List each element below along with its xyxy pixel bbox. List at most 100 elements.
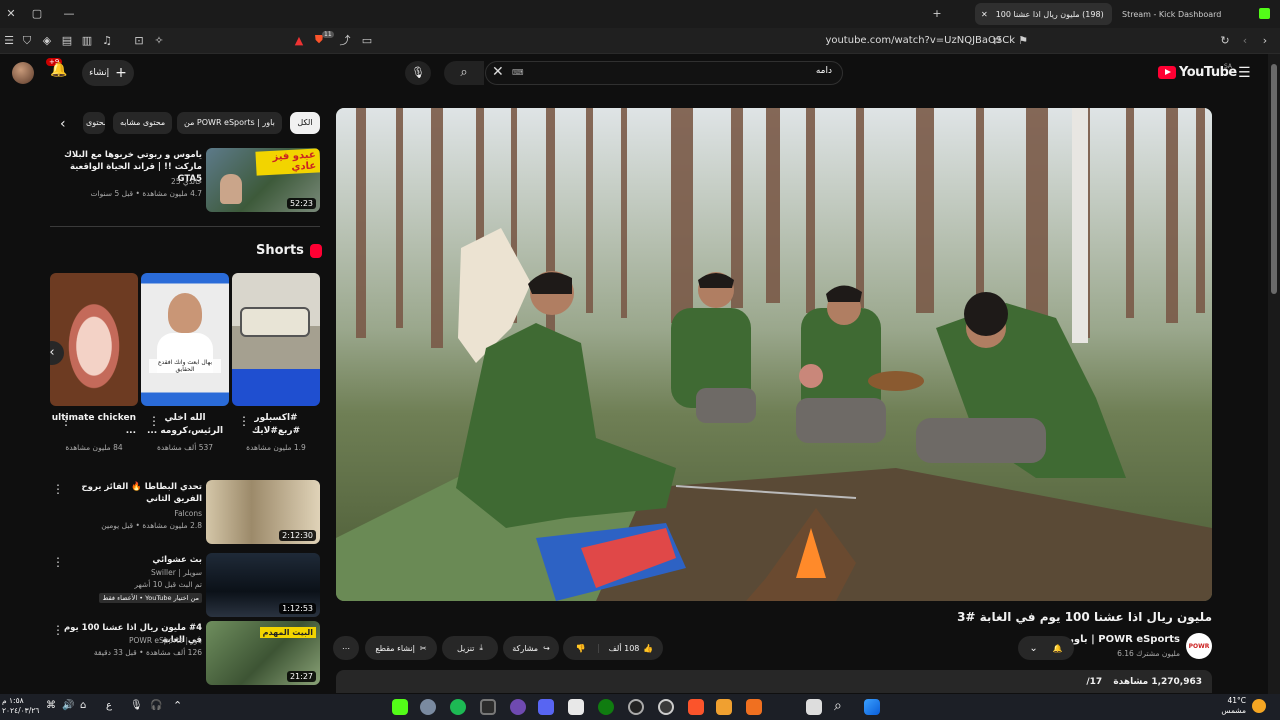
video-thumbnail[interactable]: عبدو فيز عادي 52:23 [206, 148, 320, 212]
thumbnail-text: البيت المهدم [259, 627, 316, 638]
video-player[interactable] [336, 108, 1212, 601]
store-app-icon[interactable] [568, 699, 584, 715]
guide-menu-icon[interactable]: ☰ [1238, 65, 1251, 81]
back-icon[interactable]: ‹ [1238, 34, 1252, 48]
short-thumbnail-chicken[interactable] [50, 273, 138, 406]
chip-similar[interactable]: محتوى مشابه [113, 112, 173, 134]
channel-name[interactable]: سويلر | Swiller [52, 567, 202, 579]
sidebar-icon[interactable]: ▥ [80, 34, 94, 48]
more-actions-button[interactable]: ⋯ [333, 636, 359, 660]
network-icon[interactable]: ⌂ [80, 700, 86, 711]
tab-kick-dashboard[interactable]: Stream - Kick Dashboard [1116, 3, 1251, 25]
short-thumbnail-car[interactable] [232, 273, 320, 406]
chip-from-channel[interactable]: من POWR eSports | باور [177, 112, 282, 134]
show-hidden-icons[interactable]: ⌃ [173, 699, 182, 712]
discord-app-icon[interactable] [538, 699, 554, 715]
short-caption: بهال ابعث وانك افقدع الحقايق [149, 359, 221, 373]
view-count: 1,270,963 مشاهدة 17/ [1086, 677, 1202, 687]
settings-app-icon[interactable] [420, 699, 436, 715]
close-window-icon[interactable]: ✕ [4, 7, 18, 21]
avatar[interactable] [12, 62, 34, 84]
clip-button[interactable]: إنشاء مقطع ✂ [365, 636, 437, 660]
close-tab-icon[interactable]: ✕ [981, 10, 988, 19]
search-button[interactable]: ⌕ [444, 61, 484, 85]
forward-icon[interactable]: › [1258, 34, 1272, 48]
description-box[interactable]: 1,270,963 مشاهدة 17/ [336, 670, 1212, 693]
tab-title: Stream - Kick Dashboard [1122, 9, 1222, 19]
voice-search-button[interactable]: 🎙 [405, 61, 431, 85]
kick-app-icon[interactable] [392, 699, 408, 715]
video-thumbnail[interactable]: 1:12:53 [206, 553, 320, 617]
share-button[interactable]: مشاركة ↪ [503, 636, 559, 660]
menu-icon[interactable]: ☰ [2, 34, 16, 48]
start-menu-icon[interactable] [864, 699, 880, 715]
channel-name[interactable]: Falcons [52, 508, 202, 520]
notifications-icon[interactable]: 🔔 [50, 62, 67, 78]
short-thumbnail-talk[interactable]: بهال ابعث وانك افقدع الحقايق [141, 273, 229, 406]
subscription-button[interactable]: ⌄ 🔔 [1018, 636, 1074, 660]
bookmark-icon[interactable]: ⚑ [1016, 34, 1030, 48]
app-icon[interactable] [658, 699, 674, 715]
xbox-app-icon[interactable] [598, 699, 614, 715]
download-button[interactable]: تنزيل ⤓ [442, 636, 498, 660]
more-options-icon[interactable]: ⋮ [238, 414, 250, 428]
shield-icon[interactable]: ⛉ [20, 34, 34, 48]
view-count-value: 1,270,963 مشاهدة [1113, 677, 1202, 687]
app-icon[interactable] [746, 699, 762, 715]
chips-scroll-left-icon[interactable]: ‹ [60, 116, 66, 132]
country-code: SA [1224, 63, 1233, 70]
obs-app-icon[interactable] [480, 699, 496, 715]
dislike-button[interactable]: 👎 [563, 643, 599, 653]
address-bar[interactable]: youtube.com/watch?v=UzNQJBaOSCk [315, 31, 1015, 51]
more-options-icon[interactable]: ⋮ [60, 414, 72, 428]
clear-search-icon[interactable]: ✕ [492, 64, 504, 80]
video-meta: 4.7 مليون مشاهدة • قبل 5 سنوات [90, 189, 202, 198]
video-title[interactable]: تحدي البطاطا 🔥 الفائز يروح الفريق الثاني [52, 481, 202, 505]
more-options-icon[interactable]: ⋮ [148, 414, 160, 428]
volume-icon[interactable]: 🔊 [62, 700, 74, 711]
bell-icon: 🔔 [1052, 643, 1063, 653]
reading-list-icon[interactable]: ▤ [60, 34, 74, 48]
app-icon[interactable] [510, 699, 526, 715]
headset-tray-icon[interactable]: 🎧 [150, 700, 162, 711]
input-language[interactable]: ع [106, 700, 112, 711]
tab-youtube-video[interactable]: ✕ (198) مليون ريال اذا عشنا 100 [975, 3, 1112, 25]
brave-app-icon[interactable] [688, 699, 704, 715]
spotify-app-icon[interactable] [450, 699, 466, 715]
like-button[interactable]: 108 ألف 👍 [599, 644, 663, 653]
search-input[interactable] [532, 66, 832, 76]
wallet-icon[interactable]: ◈ [40, 34, 54, 48]
clock[interactable]: ١:٥٨ م ٢٠٢٤/٠٣/٢٦ [2, 696, 39, 716]
create-label: إنشاء [89, 68, 110, 78]
steam-app-icon[interactable] [628, 699, 644, 715]
taskbar-search-icon[interactable]: ⌕ [834, 698, 842, 714]
chip-related[interactable]: محتوى [83, 112, 105, 134]
video-title: مليون ريال اذا عشنا 100 يوم في الغابة #3 [957, 610, 1212, 624]
create-button[interactable]: إنشاء + [82, 60, 134, 86]
scrollbar-thumb[interactable] [1271, 64, 1277, 294]
brave-rewards-icon[interactable]: ▲ [292, 34, 306, 48]
new-tab-icon[interactable]: + [930, 7, 944, 21]
channel-name[interactable]: باور | POWR eSports [52, 635, 202, 647]
video-thumbnail[interactable]: البيت المهدم 21:27 [206, 621, 320, 685]
translate-icon[interactable]: ⇄ [990, 34, 1004, 48]
reload-icon[interactable]: ↻ [1218, 34, 1232, 48]
minimize-window-icon[interactable]: — [62, 7, 76, 21]
notifications-tray-icon[interactable]: ⌘ [46, 700, 56, 711]
video-thumbnail[interactable]: 2:12:30 [206, 480, 320, 544]
channel-name[interactable]: خالدي 25 [52, 176, 202, 188]
recommendations-panel: ‹ محتوى محتوى مشابه من POWR eSports | با… [50, 108, 322, 693]
file-explorer-icon[interactable] [806, 699, 822, 715]
maximize-window-icon[interactable]: ▢ [30, 7, 44, 21]
channel-avatar[interactable]: POWR [1186, 633, 1212, 659]
screenshot-icon[interactable]: ⊡ [132, 34, 146, 48]
app-icon[interactable] [716, 699, 732, 715]
chip-all[interactable]: الكل [290, 112, 320, 134]
page-scrollbar[interactable] [1268, 54, 1280, 694]
weather-widget[interactable]: 41°C مشمس [1218, 696, 1246, 716]
video-title[interactable]: بث عشوائي [52, 554, 202, 566]
extensions-icon[interactable]: ✧ [152, 34, 166, 48]
keyboard-icon[interactable]: ⌨ [512, 68, 524, 77]
microphone-tray-icon[interactable]: 🎙 [130, 700, 143, 711]
music-icon[interactable]: ♫ [100, 34, 114, 48]
